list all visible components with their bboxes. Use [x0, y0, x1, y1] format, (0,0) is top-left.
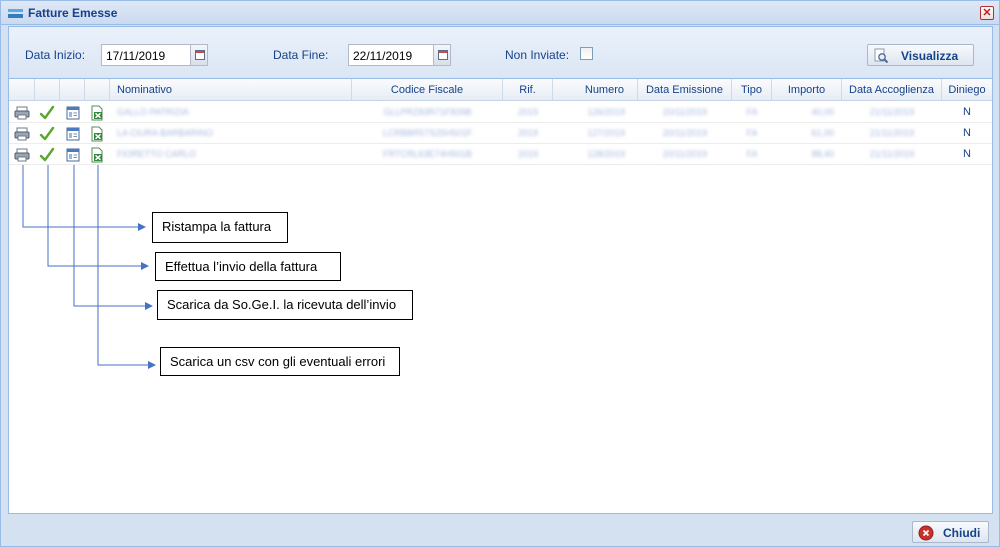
cell-data-accoglienza: 21/11/2019 [869, 107, 915, 117]
callout-receipt: Scarica da So.Ge.I. la ricevuta dell’inv… [157, 290, 413, 320]
checkmark-icon[interactable] [39, 147, 55, 163]
cell-nominativo: LA CIURA BARBARINO [117, 128, 214, 138]
cell-numero: 126/2019 [587, 107, 625, 117]
action-col-header [35, 79, 60, 101]
table-row[interactable]: FIORETTO CARLO FRTCRL63E74H501B 2019 128/20… [9, 144, 992, 165]
excel-csv-icon[interactable] [89, 105, 105, 121]
window-title: Fatture Emesse [28, 6, 118, 20]
connector-receipt [73, 165, 153, 310]
fatture-emesse-window: Fatture Emesse ✕ Data Inizio: 17/11/2019… [0, 0, 1000, 547]
action-col-header [9, 79, 35, 101]
checkmark-icon[interactable] [39, 105, 55, 121]
end-date-field[interactable]: 22/11/2019 [348, 44, 451, 66]
start-date-value: 17/11/2019 [106, 49, 166, 63]
cell-codice-fiscale: LCRBBR57S25H501F [382, 128, 473, 138]
action-col-header [60, 79, 85, 101]
cell-tipo: FA [746, 128, 758, 138]
visualizza-button[interactable]: Visualizza [867, 44, 974, 66]
chiudi-button[interactable]: Chiudi [912, 521, 989, 543]
cell-data-accoglienza: 21/11/2019 [869, 128, 915, 138]
cell-nominativo: FIORETTO CARLO [117, 149, 196, 159]
window-icon [8, 9, 23, 18]
filter-toolbar: Data Inizio: 17/11/2019 Data Fine: 22/11… [9, 27, 992, 79]
end-date-value: 22/11/2019 [353, 49, 413, 63]
cell-rif: 2019 [517, 128, 539, 138]
cell-importo: 88,40 [811, 149, 834, 159]
cell-codice-fiscale: FRTCRL63E74H501B [383, 149, 472, 159]
start-date-field[interactable]: 17/11/2019 [101, 44, 208, 66]
chiudi-label: Chiudi [943, 526, 981, 540]
window-titlebar: Fatture Emesse ✕ [1, 1, 999, 25]
cell-data-emissione: 20/11/2019 [662, 107, 708, 117]
cell-tipo: FA [746, 149, 758, 159]
cell-diniego: N [963, 127, 971, 139]
checkmark-icon[interactable] [39, 126, 55, 142]
col-data-emissione[interactable]: Data Emissione [638, 79, 732, 101]
table-row[interactable]: LA CIURA BARBARINO LCRBBR57S25H501F 2019 12… [9, 123, 992, 144]
excel-csv-icon[interactable] [89, 126, 105, 142]
magnifier-document-icon [874, 48, 889, 64]
col-diniego[interactable]: Diniego [942, 79, 992, 101]
invoices-panel: Data Inizio: 17/11/2019 Data Fine: 22/11… [8, 26, 993, 514]
receipt-window-icon[interactable] [65, 126, 81, 142]
excel-csv-icon[interactable] [89, 147, 105, 163]
calendar-icon[interactable] [190, 45, 207, 65]
cell-data-emissione: 20/11/2019 [662, 149, 708, 159]
cell-rif: 2019 [517, 107, 539, 117]
visualizza-label: Visualizza [901, 49, 959, 63]
action-col-header [85, 79, 110, 101]
cell-numero: 127/2019 [587, 128, 625, 138]
close-icon[interactable]: ✕ [980, 6, 994, 20]
col-data-accoglienza[interactable]: Data Accoglienza [842, 79, 942, 101]
col-rif[interactable]: Rif. [503, 79, 553, 101]
callout-reprint: Ristampa la fattura [152, 212, 288, 243]
col-nominativo[interactable]: Nominativo [110, 79, 352, 101]
close-circle-icon [918, 525, 934, 541]
cell-rif: 2019 [517, 149, 539, 159]
non-inviate-label: Non Inviate: [505, 48, 570, 62]
receipt-window-icon[interactable] [65, 147, 81, 163]
receipt-window-icon[interactable] [65, 105, 81, 121]
cell-importo: 61,00 [811, 128, 834, 138]
non-inviate-checkbox[interactable] [580, 47, 593, 60]
grid-header: Nominativo Codice Fiscale Rif. Numero Da… [9, 79, 992, 101]
callout-csv: Scarica un csv con gli eventuali errori [160, 347, 400, 376]
printer-icon[interactable] [14, 105, 30, 121]
table-row[interactable]: GALLO PATRIZIA GLLPRZ83R71F839B 2019 126/20… [9, 102, 992, 123]
printer-icon[interactable] [14, 126, 30, 142]
cell-importo: 40,00 [811, 107, 834, 117]
cell-data-emissione: 20/11/2019 [662, 128, 708, 138]
callout-send: Effettua l’invio della fattura [155, 252, 341, 281]
cell-tipo: FA [746, 107, 758, 117]
calendar-icon[interactable] [433, 45, 450, 65]
end-date-label: Data Fine: [273, 48, 329, 62]
cell-nominativo: GALLO PATRIZIA [117, 107, 189, 117]
printer-icon[interactable] [14, 147, 30, 163]
window-footer: Chiudi [1, 515, 999, 546]
col-importo[interactable]: Importo [772, 79, 842, 101]
connector-send [47, 165, 149, 270]
cell-data-accoglienza: 21/11/2019 [869, 149, 915, 159]
col-numero[interactable]: Numero [553, 79, 638, 101]
connector-reprint [22, 165, 146, 231]
connector-csv [97, 165, 156, 369]
cell-diniego: N [963, 148, 971, 160]
start-date-label: Data Inizio: [25, 48, 86, 62]
cell-codice-fiscale: GLLPRZ83R71F839B [383, 107, 472, 117]
col-tipo[interactable]: Tipo [732, 79, 772, 101]
cell-numero: 128/2019 [587, 149, 625, 159]
col-codice-fiscale[interactable]: Codice Fiscale [352, 79, 503, 101]
cell-diniego: N [963, 106, 971, 118]
